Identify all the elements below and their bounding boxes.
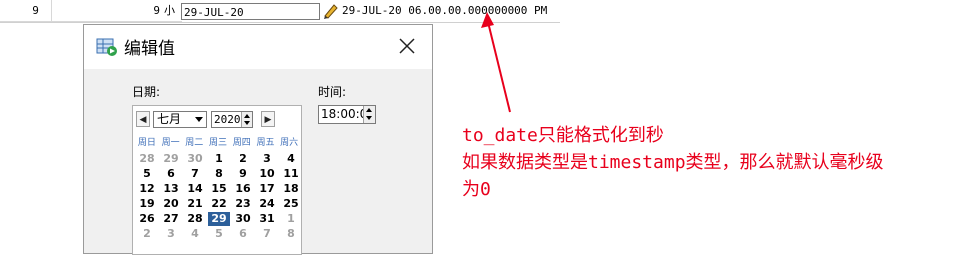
pencil-edit-icon[interactable] — [322, 2, 340, 20]
calendar-day[interactable]: 26 — [136, 212, 158, 226]
time-spin-buttons[interactable] — [363, 106, 375, 123]
calendar-day[interactable]: 30 — [232, 212, 254, 226]
calendar-day[interactable]: 25 — [280, 197, 302, 211]
calendar-day[interactable]: 22 — [208, 197, 230, 211]
spin-down-icon[interactable] — [366, 116, 372, 120]
calendar-day[interactable]: 8 — [280, 227, 302, 241]
calendar-day[interactable]: 31 — [256, 212, 278, 226]
calendar-day[interactable]: 24 — [256, 197, 278, 211]
time-label: 时间: — [318, 85, 347, 99]
chevron-down-icon — [195, 117, 203, 122]
month-select[interactable]: 七月 — [153, 111, 207, 128]
month-value: 七月 — [157, 112, 182, 126]
weekday-label: 周三 — [209, 138, 228, 148]
spin-down-icon[interactable] — [244, 121, 250, 125]
calendar-day[interactable]: 3 — [160, 227, 182, 241]
calendar-day[interactable]: 3 — [256, 152, 278, 166]
calendar-day[interactable]: 23 — [232, 197, 254, 211]
calendar-day[interactable]: 13 — [160, 182, 182, 196]
calendar-day[interactable]: 11 — [280, 167, 302, 181]
calendar-day[interactable]: 8 — [208, 167, 230, 181]
calendar-day[interactable]: 18 — [280, 182, 302, 196]
weekday-label: 周二 — [185, 138, 204, 148]
calendar-day[interactable]: 27 — [160, 212, 182, 226]
table-edit-icon — [96, 38, 117, 56]
calendar-day[interactable]: 30 — [184, 152, 206, 166]
annotation-line-3: 为0 — [462, 179, 491, 200]
calendar-day[interactable]: 1 — [208, 152, 230, 166]
calendar-day[interactable]: 19 — [136, 197, 158, 211]
calendar-day[interactable]: 7 — [256, 227, 278, 241]
weekday-header: 周日 周一 周二 周三 周四 周五 周六 — [135, 136, 301, 150]
dialog-title: 编辑值 — [124, 39, 175, 59]
year-value: 2020 — [214, 113, 241, 126]
calendar-day[interactable]: 28 — [184, 212, 206, 226]
calendar-day[interactable]: 4 — [184, 227, 206, 241]
text-cell[interactable]: 小m — [164, 0, 182, 39]
calendar-day[interactable]: 14 — [184, 182, 206, 196]
weekday-label: 周五 — [256, 138, 275, 148]
year-spin-buttons[interactable] — [241, 112, 252, 127]
calendar-day[interactable]: 16 — [232, 182, 254, 196]
close-icon[interactable] — [396, 35, 418, 57]
year-spinner[interactable]: 2020 — [211, 111, 253, 128]
calendar-day[interactable]: 28 — [136, 152, 158, 166]
spin-up-icon[interactable] — [244, 114, 250, 118]
calendar-day[interactable]: 6 — [232, 227, 254, 241]
dialog-titlebar: 编辑值 — [84, 25, 432, 69]
edit-value-dialog: 编辑值 日期: 时间: ◀ 七月 2020 ▶ 周日 周一 周二 周三 周四 周五 周六 2… — [83, 24, 433, 255]
calendar-day[interactable]: 29 — [208, 212, 230, 226]
calendar-day[interactable]: 7 — [184, 167, 206, 181]
time-spinner[interactable]: 18:00:00 — [318, 105, 376, 124]
date-cell-input[interactable]: 29-JUL-20 — [181, 3, 320, 20]
annotation-line-1: to_date只能格式化到秒 — [462, 125, 664, 146]
spin-up-icon[interactable] — [366, 108, 372, 112]
calendar-day[interactable]: 29 — [160, 152, 182, 166]
date-label: 日期: — [132, 85, 161, 99]
calendar-day[interactable]: 9 — [232, 167, 254, 181]
annotation-arrow — [481, 12, 511, 113]
calendar-day[interactable]: 12 — [136, 182, 158, 196]
calendar-day[interactable]: 2 — [232, 152, 254, 166]
calendar-day[interactable]: 2 — [136, 227, 158, 241]
weekday-label: 周四 — [232, 138, 251, 148]
calendar-day[interactable]: 5 — [136, 167, 158, 181]
weekday-label: 周日 — [137, 138, 156, 148]
weekday-label: 周六 — [280, 138, 299, 148]
calendar-day[interactable]: 1 — [280, 212, 302, 226]
calendar-day[interactable]: 20 — [160, 197, 182, 211]
calendar-day[interactable]: 21 — [184, 197, 206, 211]
calendar-day[interactable]: 10 — [256, 167, 278, 181]
prev-month-button[interactable]: ◀ — [136, 111, 150, 127]
calendar-day[interactable]: 5 — [208, 227, 230, 241]
calendar-day[interactable]: 4 — [280, 152, 302, 166]
calendar-day[interactable]: 15 — [208, 182, 230, 196]
annotation-line-2: 如果数据类型是timestamp类型，那么就默认毫秒级 — [462, 152, 884, 173]
calendar-day[interactable]: 17 — [256, 182, 278, 196]
weekday-label: 周一 — [161, 138, 180, 148]
number-cell[interactable]: 9 — [52, 0, 164, 22]
next-month-button[interactable]: ▶ — [261, 111, 275, 127]
calendar-day[interactable]: 6 — [160, 167, 182, 181]
calendar: ◀ 七月 2020 ▶ 周日 周一 周二 周三 周四 周五 周六 28 29 30 1 2 3 4 5 6 7… — [132, 105, 302, 255]
row-number: 9 — [0, 0, 52, 22]
